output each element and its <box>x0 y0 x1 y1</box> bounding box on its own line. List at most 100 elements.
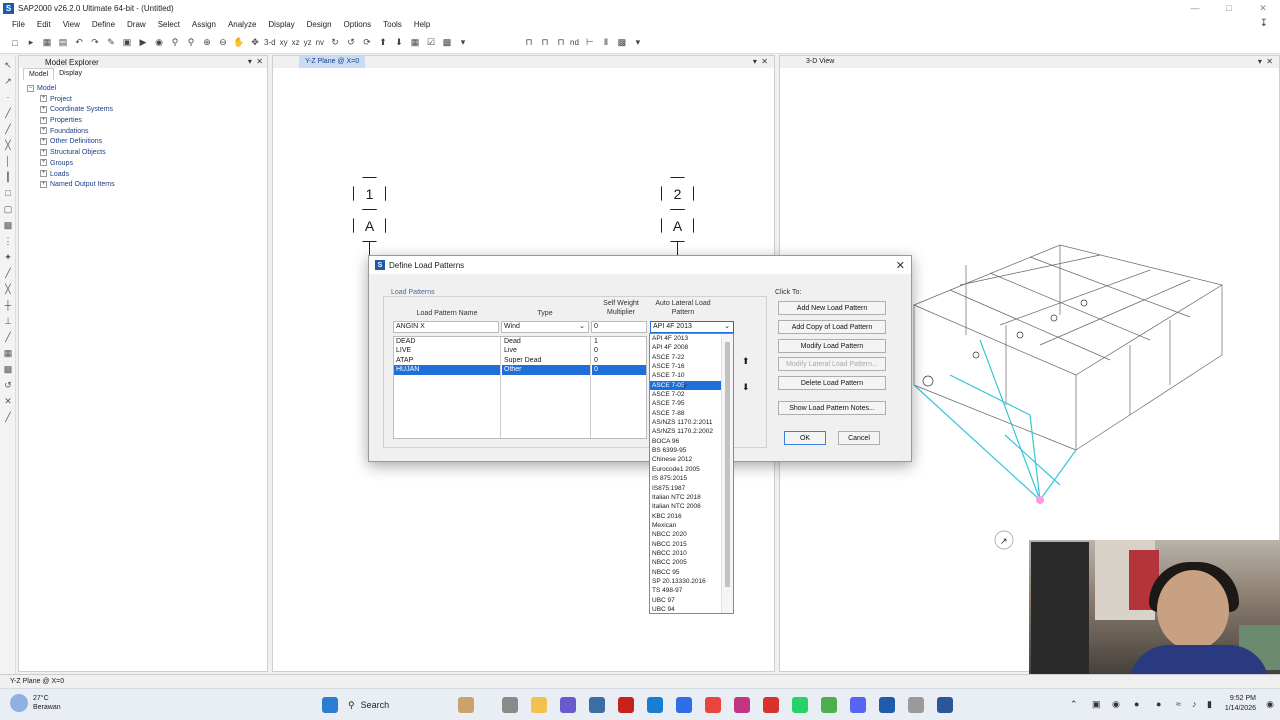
auto-lateral-dropdown-list[interactable]: API 4F 2013 API 4F 2008 ASCE 7-22 ASCE 7-16… <box>649 333 734 614</box>
tree-node-properties[interactable]: + Properties <box>19 116 267 127</box>
prev-select-icon[interactable]: ↺ <box>1 378 15 392</box>
dropdown-option[interactable]: TS 498-97 <box>650 586 722 595</box>
tab-model[interactable]: Model <box>23 68 55 80</box>
expand-icon[interactable]: + <box>40 116 47 124</box>
zoom-in-icon[interactable]: ⊕ <box>200 36 214 50</box>
grid-icon[interactable]: ▦ <box>408 36 422 50</box>
pointer-icon[interactable]: ✥ <box>248 36 262 50</box>
dropdown-option[interactable]: IS875:1987 <box>650 484 722 493</box>
tab-3d-view[interactable]: 3-D View <box>800 56 840 68</box>
task-view-icon[interactable] <box>502 697 518 713</box>
view-yz-button[interactable]: yz <box>304 38 312 47</box>
dropdown-option[interactable]: SP 20.13330.2016 <box>650 577 722 586</box>
discord-icon[interactable] <box>850 697 866 713</box>
zoom-out-icon[interactable]: ⊖ <box>216 36 230 50</box>
expand-icon[interactable]: + <box>40 106 47 114</box>
draw-area-icon[interactable]: □ <box>1 186 15 200</box>
menu-draw[interactable]: Draw <box>121 20 152 29</box>
whatsapp-icon[interactable] <box>792 697 808 713</box>
dropdown-option[interactable]: IS 875:2015 <box>650 474 722 483</box>
dropdown-option[interactable]: API 4F 2008 <box>650 343 722 352</box>
chrome-profile-icon[interactable] <box>821 697 837 713</box>
view-xy-button[interactable]: xy <box>280 38 288 47</box>
snap-int-icon[interactable]: ┼ <box>1 298 15 312</box>
taskbar-search[interactable]: ⚲ Search <box>348 696 438 714</box>
table-row[interactable]: LIVE Live 0 <box>394 346 646 355</box>
viewport-controls[interactable]: ▾ ✕ <box>753 57 768 66</box>
snap-icon[interactable]: ✦ <box>1 250 15 264</box>
menu-assign[interactable]: Assign <box>186 20 222 29</box>
show-load-pattern-notes-button[interactable]: Show Load Pattern Notes... <box>778 401 886 415</box>
clear-select-icon[interactable]: ✕ <box>1 394 15 408</box>
dropdown-option[interactable]: ASCE 7-22 <box>650 353 722 362</box>
text-cursor-icon[interactable]: Ⅱ <box>599 36 613 50</box>
auto-lateral-select[interactable]: API 4F 2013 ⌄ <box>650 321 734 333</box>
menu-tools[interactable]: Tools <box>377 20 408 29</box>
windows-start-icon[interactable] <box>322 697 338 713</box>
quick-frame-icon[interactable]: ╱ <box>1 122 15 136</box>
tree-node-named-output-items[interactable]: + Named Output Items <box>19 180 267 191</box>
tree-node-project[interactable]: + Project <box>19 95 267 106</box>
stop-icon[interactable]: ◉ <box>152 36 166 50</box>
dropdown-option[interactable]: NBCC 95 <box>650 568 722 577</box>
layout-dropdown-icon[interactable]: ▾ <box>631 36 645 50</box>
expand-icon[interactable]: + <box>40 95 47 103</box>
collapse-icon[interactable]: − <box>27 84 34 92</box>
dropdown-arrow-icon[interactable]: ▾ <box>456 36 470 50</box>
scrollbar-thumb[interactable] <box>725 342 730 587</box>
dropdown-option[interactable]: Mexican <box>650 521 722 530</box>
sap2000-taskbar-icon[interactable] <box>879 697 895 713</box>
dropdown-option[interactable]: Eurocode1 2005 <box>650 465 722 474</box>
expand-icon[interactable]: + <box>40 138 47 146</box>
tab-display[interactable]: Display <box>54 68 87 80</box>
dropdown-option[interactable]: KBC 2016 <box>650 512 722 521</box>
download-icon[interactable]: ↧ <box>1254 18 1274 29</box>
app-icon-generic[interactable] <box>908 697 924 713</box>
display-options-icon[interactable]: ▩ <box>440 36 454 50</box>
expand-icon[interactable]: + <box>40 159 47 167</box>
dropdown-option[interactable]: Chinese 2012 <box>650 455 722 464</box>
snap-perp-icon[interactable]: ⊥ <box>1 314 15 328</box>
chrome-icon[interactable] <box>705 697 721 713</box>
tree-node-groups[interactable]: + Groups <box>19 159 267 170</box>
dropdown-option[interactable]: AS/NZS 1170.2:2002 <box>650 427 722 436</box>
multiplier-input[interactable]: 0 <box>591 321 647 333</box>
dropdown-option[interactable]: NBCC 2020 <box>650 530 722 539</box>
viewport-controls[interactable]: ▾ ✕ <box>1258 57 1273 66</box>
move-down-icon[interactable]: ⬇ <box>742 382 750 393</box>
undo-icon[interactable]: ↶ <box>72 36 86 50</box>
modify-load-pattern-button[interactable]: Modify Load Pattern <box>778 339 886 353</box>
zoom-window-icon[interactable]: ⚲ <box>168 36 182 50</box>
select-arrow-icon[interactable]: ↖ <box>1 58 15 72</box>
draw-solid-icon[interactable]: ▩ <box>1 218 15 232</box>
dropdown-option[interactable]: ASCE 7-88 <box>650 409 722 418</box>
view-3d-button[interactable]: 3-d <box>264 38 276 47</box>
delete-load-pattern-button[interactable]: Delete Load Pattern <box>778 376 886 390</box>
menu-view[interactable]: View <box>57 20 86 29</box>
table-row-selected[interactable]: HUJAN Other 0 <box>394 365 646 375</box>
snap-line-icon[interactable]: ╱ <box>1 330 15 344</box>
redo-icon[interactable]: ↷ <box>88 36 102 50</box>
dropdown-option[interactable]: ASCE 7-10 <box>650 371 722 380</box>
file-explorer-icon[interactable] <box>531 697 547 713</box>
up-icon[interactable]: ⬆ <box>376 36 390 50</box>
minimize-icon[interactable]: — <box>1178 0 1212 16</box>
edge-icon[interactable] <box>647 697 663 713</box>
dropdown-option[interactable]: ASCE 7-16 <box>650 362 722 371</box>
dropdown-option[interactable]: BOCA 96 <box>650 437 722 446</box>
section-cut-icon[interactable]: ⊢ <box>583 36 597 50</box>
tray-app3-icon[interactable]: ● <box>1134 699 1139 709</box>
dropdown-option[interactable]: AS/NZS 1170.2:2011 <box>650 418 722 427</box>
dropdown-option[interactable]: ASCE 7-95 <box>650 399 722 408</box>
maximize-icon[interactable]: □ <box>1212 0 1246 16</box>
area-icon[interactable]: ⊓ <box>554 36 568 50</box>
measure-icon[interactable]: ╱ <box>1 410 15 424</box>
wps-icon[interactable] <box>763 697 779 713</box>
modify-lateral-load-pattern-button[interactable]: Modify Lateral Load Pattern... <box>778 357 886 371</box>
dropdown-option[interactable]: Italian NTC 2008 <box>650 502 722 511</box>
expand-icon[interactable]: + <box>40 148 47 156</box>
pdf-icon[interactable] <box>618 697 634 713</box>
draw-brace-icon[interactable]: ╳ <box>1 138 15 152</box>
tree-node-loads[interactable]: + Loads <box>19 170 267 181</box>
save-icon[interactable]: ▦ <box>40 36 54 50</box>
